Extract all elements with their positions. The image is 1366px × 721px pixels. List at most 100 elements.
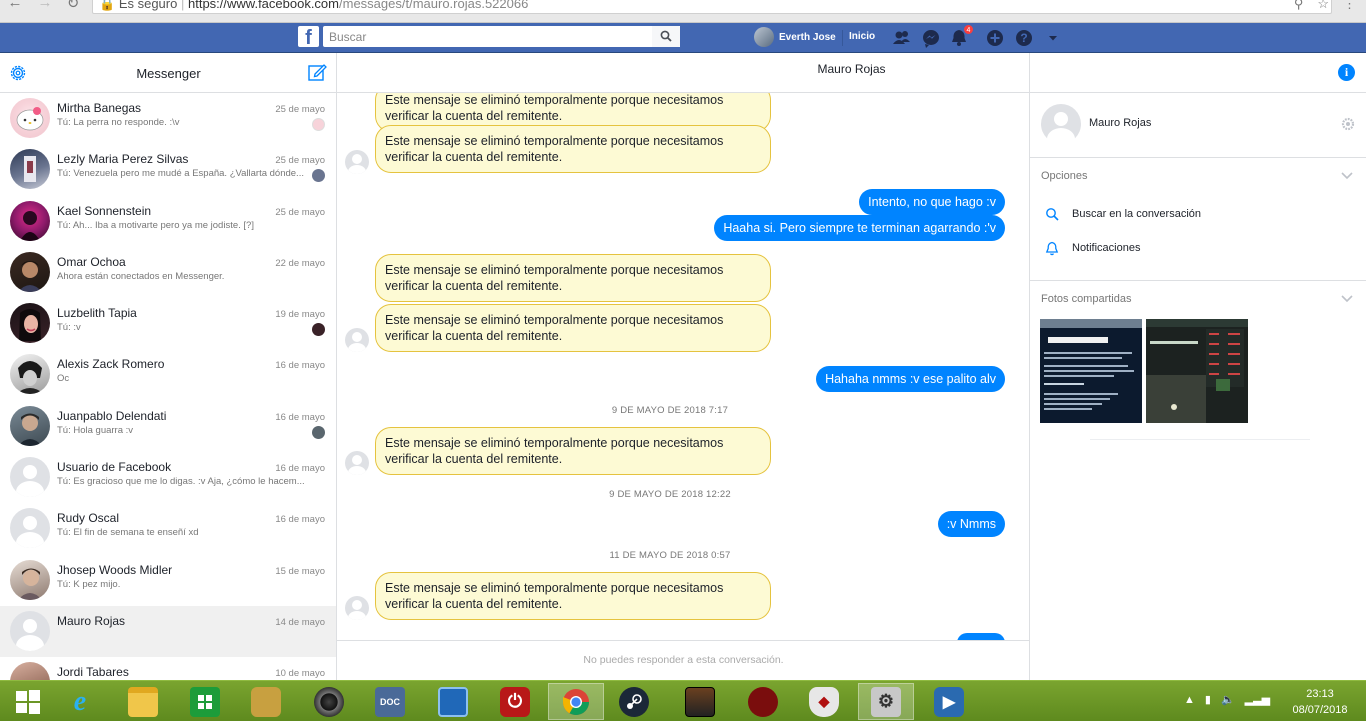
conversation-item[interactable]: Jordi Tabares 10 de mayo — [0, 657, 336, 680]
conversation-name: Jordi Tabares — [57, 665, 129, 680]
url-main: https://www.facebook.com — [187, 0, 339, 11]
conversation-item[interactable]: Jhosep Woods Midler Tú: K pez mijo. 15 d… — [0, 555, 336, 606]
seen-avatar — [312, 425, 325, 439]
game-app-icon — [251, 686, 281, 717]
notification-count-badge: 4 — [963, 24, 974, 35]
taskbar-file-explorer[interactable] — [115, 683, 171, 720]
sender-avatar-icon — [345, 451, 369, 475]
conversation-item[interactable]: Omar Ochoa Ahora están conectados en Mes… — [0, 247, 336, 298]
search-icon — [1046, 208, 1059, 221]
messenger-icon[interactable] — [920, 27, 942, 49]
battery-icon[interactable]: ▮ — [1205, 693, 1211, 706]
taskbar-counter-strike[interactable]: ⚙ — [858, 683, 914, 720]
taskbar-store[interactable] — [177, 683, 233, 720]
taskbar-media-player[interactable]: ▶ — [921, 683, 977, 720]
taskbar-app[interactable] — [735, 683, 791, 720]
facebook-logo-icon[interactable]: f — [298, 26, 319, 47]
conversation-item[interactable]: Juanpablo Delendati Tú: Hola guarra :v 1… — [0, 401, 336, 452]
sent-message-bubble: Intento, no que hago :v — [859, 189, 1005, 215]
friend-requests-icon[interactable] — [891, 27, 913, 49]
reload-icon[interactable]: ↻ — [58, 0, 88, 12]
internet-explorer-icon: e — [73, 685, 87, 717]
avatar — [10, 303, 50, 344]
shared-photo-thumbnail[interactable] — [1040, 319, 1142, 423]
bookmark-star-icon[interactable]: ☆ — [1317, 0, 1329, 12]
network-signal-icon[interactable]: ▂▃▅ — [1245, 693, 1270, 706]
conversation-date: 16 de mayo — [275, 463, 325, 475]
default-avatar-icon — [10, 457, 50, 498]
conversation-item[interactable]: Mirtha Banegas Tú: La perra no responde.… — [0, 93, 336, 144]
folder-icon — [128, 686, 158, 717]
system-clock[interactable]: 23:13 08/07/2018 — [1280, 686, 1360, 718]
removed-message-bubble: Este mensaje se eliminó temporalmente po… — [375, 427, 771, 475]
volume-icon[interactable]: 🔈 — [1221, 693, 1235, 706]
home-link[interactable]: Inicio — [849, 31, 875, 42]
search-button[interactable] — [652, 26, 680, 47]
details-name[interactable]: Mauro Rojas — [1089, 117, 1151, 129]
conversation-item[interactable]: Usuario de Facebook Tú: Es gracioso que … — [0, 452, 336, 503]
new-message-icon[interactable] — [307, 62, 327, 82]
taskbar-app[interactable]: ⏻ — [487, 683, 543, 720]
url-path: /messages/t/mauro.rojas.522066 — [339, 0, 529, 11]
sent-message-bubble: Hahaha nmms :v ese palito alv — [816, 366, 1005, 392]
conversation-item[interactable]: Rudy Oscal Tú: El fin de semana te enseñ… — [0, 503, 336, 554]
default-avatar-icon — [10, 508, 50, 549]
conversation-name: Lezly Maria Perez Silvas — [57, 152, 189, 167]
address-bar[interactable]: 🔒 Es seguro | https://www.facebook.com/m… — [92, 0, 1332, 14]
control-panel-icon — [438, 686, 468, 717]
topbar-divider — [842, 30, 843, 46]
browser-menu-icon[interactable]: ⋮ — [1343, 0, 1356, 12]
conversation-item[interactable]: Alexis Zack Romero Oc 16 de mayo — [0, 349, 336, 400]
avatar — [10, 354, 50, 395]
power-icon: ⏻ — [500, 686, 530, 717]
conversation-item[interactable]: Lezly Maria Perez Silvas Tú: Venezuela p… — [0, 144, 336, 195]
removed-message-bubble: Este mensaje se eliminó temporalmente po… — [375, 125, 771, 173]
info-icon[interactable]: i — [1338, 64, 1355, 81]
taskbar-app[interactable]: ◆ — [796, 683, 852, 720]
account-menu-caret-icon[interactable] — [1042, 27, 1064, 49]
shared-photo-thumbnail[interactable] — [1146, 319, 1248, 423]
browser-chrome: ← → ↻ 🔒 Es seguro | https://www.facebook… — [0, 0, 1366, 23]
sent-message-bubble-partial — [957, 633, 1005, 640]
taskbar-chrome[interactable] — [548, 683, 604, 720]
composer-disabled-notice: No puedes responder a esta conversación. — [337, 640, 1029, 680]
avatar — [10, 200, 50, 241]
zoom-icon[interactable]: ⚲ — [1294, 0, 1304, 12]
taskbar-internet-explorer[interactable]: e — [52, 683, 108, 720]
back-icon[interactable]: ← — [0, 0, 30, 11]
taskbar-app[interactable] — [672, 683, 728, 720]
media-player-icon: ▶ — [934, 686, 964, 717]
user-name: Everth Jose — [779, 31, 836, 43]
start-button[interactable] — [0, 683, 56, 720]
speaker-app-icon — [314, 686, 344, 717]
search-input[interactable] — [323, 26, 680, 47]
removed-message-bubble: Este mensaje se eliminó temporalmente po… — [375, 254, 771, 302]
conversation-item-selected[interactable]: Mauro Rojas 14 de mayo — [0, 605, 336, 658]
taskbar-app[interactable] — [238, 683, 294, 720]
create-icon[interactable] — [984, 27, 1006, 49]
conversation-snippet: Tú: La perra no responde. :\v — [57, 117, 180, 128]
taskbar-steam[interactable] — [606, 683, 662, 720]
taskbar-app[interactable] — [425, 683, 481, 720]
sent-message-bubble: :v Nmms — [937, 511, 1005, 537]
conversation-item[interactable]: Kael Sonnenstein Tú: Ah... Iba a motivar… — [0, 196, 336, 247]
clock-time: 23:13 — [1306, 688, 1334, 700]
profile-link[interactable]: Everth Jose — [754, 27, 836, 47]
taskbar-app[interactable]: DOC — [362, 683, 418, 720]
help-icon[interactable]: ? — [1013, 27, 1035, 49]
conversation-date: 25 de mayo — [275, 155, 325, 167]
conversation-settings-gear-icon[interactable] — [1341, 117, 1355, 131]
game-icon — [685, 686, 715, 717]
taskbar-app[interactable] — [301, 683, 357, 720]
windows-logo-icon — [16, 689, 40, 714]
conversation-date: 19 de mayo — [275, 309, 325, 321]
section-divider — [1090, 439, 1310, 440]
forward-icon[interactable]: → — [30, 0, 60, 11]
conversation-name: Usuario de Facebook — [57, 460, 172, 475]
conversation-panel: Este mensaje se eliminó temporalmente po… — [337, 53, 1030, 680]
secure-label: Es seguro — [118, 0, 178, 11]
message-thread[interactable]: Este mensaje se eliminó temporalmente po… — [337, 93, 1029, 640]
tray-expand-icon[interactable]: ▲ — [1184, 694, 1195, 706]
conversation-header: Mauro Rojas — [337, 53, 1029, 93]
conversation-item[interactable]: Luzbelith Tapia Tú: :v 19 de mayo — [0, 298, 336, 349]
